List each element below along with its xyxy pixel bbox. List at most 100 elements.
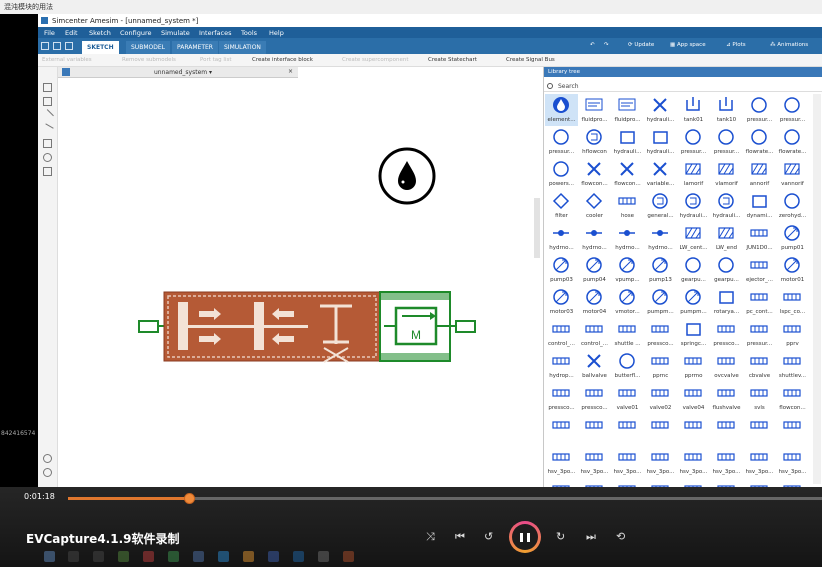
tab-parameter[interactable]: PARAMETER (172, 41, 218, 54)
library-item[interactable]: pumpm... (644, 286, 677, 318)
library-item[interactable]: hose (611, 190, 644, 222)
library-item[interactable]: lamorif (677, 158, 710, 190)
library-item[interactable]: ovcvalve (710, 350, 743, 382)
library-item[interactable] (710, 414, 743, 446)
library-item[interactable] (677, 414, 710, 446)
library-item[interactable]: hydrauli... (644, 126, 677, 158)
library-item[interactable]: hsv_3po... (611, 478, 644, 487)
library-item[interactable]: hsv_2po... (743, 478, 776, 487)
external-variables-button[interactable]: External variables (42, 57, 92, 63)
library-item[interactable]: control_... (578, 318, 611, 350)
sketch-canvas[interactable]: M (58, 78, 543, 487)
app-icon-4[interactable] (218, 551, 229, 562)
library-item[interactable]: svls (743, 382, 776, 414)
library-item[interactable]: flowcon... (578, 158, 611, 190)
create-interface-block-button[interactable]: Create interface block (252, 57, 313, 63)
library-item[interactable]: hydrno... (578, 222, 611, 254)
right-port[interactable] (455, 320, 476, 333)
library-item[interactable]: hydrop... (545, 350, 578, 382)
library-item[interactable]: pressur... (743, 94, 776, 126)
library-item[interactable]: hydrauli... (644, 94, 677, 126)
library-item[interactable]: hsv_3po... (677, 446, 710, 478)
library-item[interactable]: powers... (545, 158, 578, 190)
library-item[interactable]: hsv_3po... (578, 478, 611, 487)
library-item[interactable]: valve04 (677, 382, 710, 414)
wechat-icon[interactable] (168, 551, 179, 562)
library-item[interactable]: hydrno... (644, 222, 677, 254)
app-icon-1[interactable] (118, 551, 129, 562)
app-icon-5[interactable] (243, 551, 254, 562)
port-tag-list-button[interactable]: Port tag list (200, 57, 232, 63)
library-item[interactable]: hydrno... (545, 222, 578, 254)
library-item[interactable]: motor01 (776, 254, 809, 286)
progress-knob[interactable] (183, 493, 195, 504)
pause-button[interactable] (509, 521, 541, 553)
library-item[interactable]: flowcon... (611, 158, 644, 190)
library-item[interactable] (743, 414, 776, 446)
library-item[interactable]: hsv_2po... (710, 478, 743, 487)
next-icon[interactable]: ⏭ (586, 530, 596, 544)
rewind-icon[interactable]: ↺ (484, 530, 493, 543)
menu-edit[interactable]: Edit (65, 29, 78, 37)
library-scrollbar[interactable] (813, 94, 821, 484)
library-item[interactable] (545, 414, 578, 446)
library-item[interactable]: ballvalve (578, 350, 611, 382)
library-item[interactable]: fluidpro... (578, 94, 611, 126)
library-item[interactable]: pprv (776, 318, 809, 350)
amesim-taskbar-icon[interactable] (293, 551, 304, 562)
app-icon-6[interactable] (268, 551, 279, 562)
library-item[interactable]: lspc_co... (776, 286, 809, 318)
previous-icon[interactable]: ⏮ (455, 530, 465, 544)
library-item[interactable]: pressur... (776, 94, 809, 126)
library-item[interactable] (644, 414, 677, 446)
polyline-tool-icon[interactable] (41, 123, 54, 136)
canvas-tab-label[interactable]: unnamed_system ▾ (154, 69, 212, 76)
library-item[interactable]: hydrauli... (611, 126, 644, 158)
library-item[interactable]: motor03 (545, 286, 578, 318)
library-item[interactable]: valve01 (611, 382, 644, 414)
library-item[interactable]: annorif (743, 158, 776, 190)
repeat-icon[interactable]: ⟲ (616, 530, 625, 543)
image-tool-icon[interactable] (43, 97, 52, 106)
library-item[interactable]: variable... (644, 158, 677, 190)
app-icon-7[interactable] (318, 551, 329, 562)
library-item[interactable]: butterfl... (611, 350, 644, 382)
library-item[interactable]: pprmo (677, 350, 710, 382)
library-item[interactable]: ejector_... (743, 254, 776, 286)
menu-interfaces[interactable]: Interfaces (199, 29, 232, 37)
ellipse-tool-icon[interactable] (43, 153, 52, 162)
library-item[interactable]: motor04 (578, 286, 611, 318)
library-search-input[interactable]: Search (558, 83, 579, 90)
open-folder-icon[interactable] (53, 42, 61, 50)
library-item[interactable]: cbvalve (743, 350, 776, 382)
library-item[interactable]: hflowcon (578, 126, 611, 158)
close-tab-icon[interactable]: × (288, 68, 293, 75)
library-item[interactable]: hydrno... (611, 222, 644, 254)
library-item[interactable]: hsv_3po... (776, 446, 809, 478)
left-port[interactable] (138, 320, 159, 333)
library-item[interactable]: flushvalve (710, 382, 743, 414)
library-search[interactable]: Search (544, 80, 822, 92)
library-item[interactable]: vpump... (611, 254, 644, 286)
library-item[interactable]: cooler (578, 190, 611, 222)
library-item[interactable]: gearpu... (677, 254, 710, 286)
animations-button[interactable]: ⁂ Animations (770, 42, 808, 48)
zoom-out-icon[interactable] (43, 468, 52, 477)
library-item[interactable]: control_... (545, 318, 578, 350)
library-item[interactable]: flowrate... (776, 126, 809, 158)
library-item[interactable]: vannorif (776, 158, 809, 190)
library-item[interactable]: pressco... (545, 382, 578, 414)
library-item[interactable]: zerohyd... (776, 190, 809, 222)
library-item[interactable]: hsv_3po... (710, 446, 743, 478)
remove-submodels-button[interactable]: Remove submodels (122, 57, 176, 63)
library-item[interactable]: hsv_3po... (545, 478, 578, 487)
taskview-icon[interactable] (93, 551, 104, 562)
library-item[interactable]: shuttlev... (776, 350, 809, 382)
library-item[interactable]: springc... (677, 318, 710, 350)
library-item[interactable]: pump04 (578, 254, 611, 286)
library-item[interactable]: hsv_2po... (677, 478, 710, 487)
library-item[interactable]: dynami... (743, 190, 776, 222)
library-item[interactable]: rotarya... (710, 286, 743, 318)
fill-tool-icon[interactable] (43, 167, 52, 176)
library-item[interactable]: pressur... (545, 126, 578, 158)
